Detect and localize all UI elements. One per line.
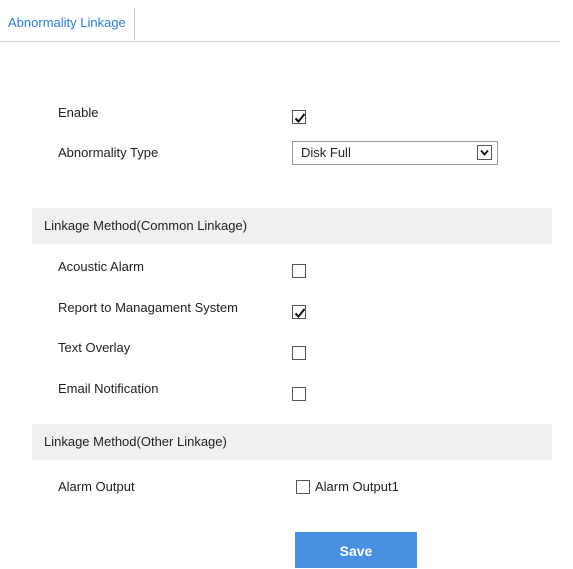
alarm-output-label: Alarm Output: [58, 479, 135, 494]
email-notification-checkbox[interactable]: [292, 387, 306, 401]
abnormality-type-value: Disk Full: [301, 145, 351, 160]
common-linkage-title: Linkage Method(Common Linkage): [44, 218, 248, 233]
other-linkage-title: Linkage Method(Other Linkage): [44, 434, 227, 449]
report-checkbox[interactable]: [292, 305, 306, 319]
alarm-output1-checkbox[interactable]: [296, 480, 310, 494]
alarm-output1-label: Alarm Output1: [315, 479, 399, 494]
enable-row: Enable: [0, 101, 560, 125]
text-overlay-label: Text Overlay: [58, 340, 131, 355]
chevron-down-icon[interactable]: [477, 145, 492, 160]
abnormality-type-label: Abnormality Type: [58, 145, 159, 160]
abnormality-type-row: Abnormality Type Disk Full: [0, 141, 560, 165]
report-label: Report to Managament System: [58, 300, 238, 315]
tab-bar: Abnormality Linkage: [0, 8, 560, 42]
acoustic-alarm-label: Acoustic Alarm: [58, 259, 144, 274]
save-button[interactable]: Save: [295, 532, 417, 568]
acoustic-alarm-row: Acoustic Alarm: [0, 255, 560, 279]
checkmark-icon: [294, 113, 306, 123]
checkmark-icon: [294, 308, 306, 318]
email-notification-row: Email Notification: [0, 377, 560, 401]
email-notification-label: Email Notification: [58, 381, 159, 396]
tab-abnormality-linkage[interactable]: Abnormality Linkage: [0, 8, 135, 40]
text-overlay-checkbox[interactable]: [292, 346, 306, 360]
report-row: Report to Managament System: [0, 296, 560, 320]
abnormality-type-select[interactable]: Disk Full: [292, 141, 498, 165]
enable-label: Enable: [58, 105, 99, 120]
other-linkage-header: Linkage Method(Other Linkage): [32, 424, 552, 460]
text-overlay-row: Text Overlay: [0, 336, 560, 360]
common-linkage-header: Linkage Method(Common Linkage): [32, 208, 552, 244]
acoustic-alarm-checkbox[interactable]: [292, 264, 306, 278]
alarm-output-row: Alarm Output Alarm Output1: [0, 475, 560, 499]
enable-checkbox[interactable]: [292, 110, 306, 124]
